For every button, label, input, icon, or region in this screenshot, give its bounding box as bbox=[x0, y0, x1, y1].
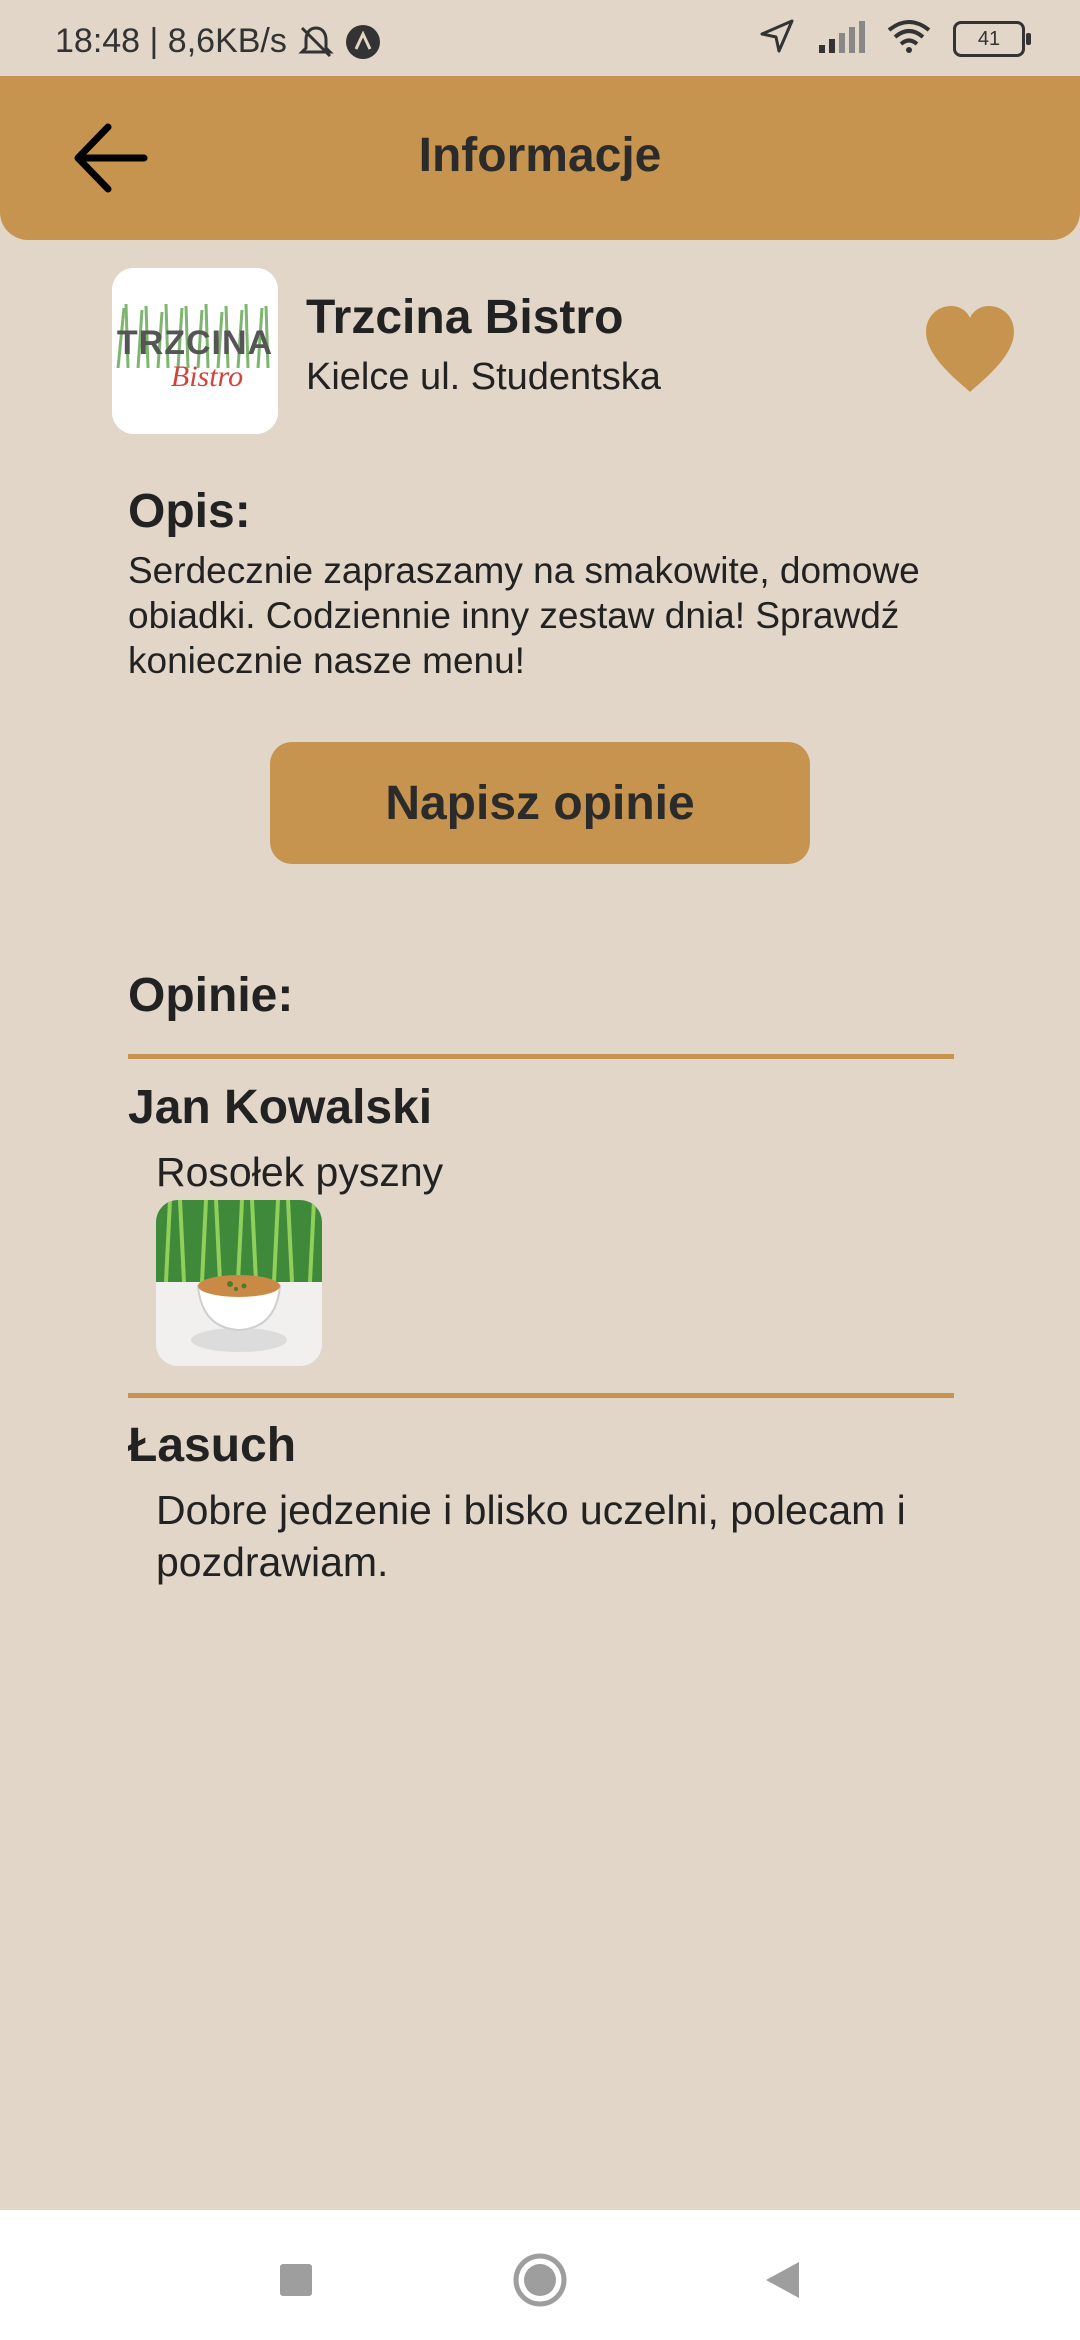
battery-indicator: 41 bbox=[953, 20, 1031, 57]
review-divider bbox=[128, 1393, 954, 1398]
restaurant-logo: TRZCINA Bistro bbox=[112, 268, 278, 434]
nav-back-button[interactable] bbox=[752, 2250, 812, 2310]
wifi-icon bbox=[887, 19, 931, 58]
favorite-button[interactable] bbox=[922, 304, 1018, 394]
status-time-speed: 18:48 | 8,6KB/s bbox=[55, 22, 287, 60]
restaurant-card: TRZCINA Bistro Trzcina Bistro Kielce ul.… bbox=[112, 268, 1032, 438]
home-button[interactable] bbox=[510, 2250, 570, 2310]
restaurant-address: Kielce ul. Studentska bbox=[306, 356, 661, 398]
page-title: Informacje bbox=[418, 129, 662, 182]
system-nav-bar bbox=[0, 2210, 1080, 2340]
mute-bell-icon bbox=[297, 24, 335, 60]
circle-icon bbox=[513, 2253, 567, 2307]
restaurant-name: Trzcina Bistro bbox=[306, 291, 624, 344]
review-text: Dobre jedzenie i blisko uczelni, polecam… bbox=[156, 1487, 906, 1585]
recents-button[interactable] bbox=[266, 2250, 326, 2310]
triangle-back-icon bbox=[766, 2262, 799, 2298]
reviews-heading: Opinie: bbox=[128, 969, 294, 1022]
app-notification-icon bbox=[345, 24, 381, 60]
logo-text-script: Bistro bbox=[171, 360, 243, 393]
description-text: Serdecznie zapraszamy na smakowite, domo… bbox=[128, 550, 920, 681]
review-author: Jan Kowalski bbox=[128, 1081, 433, 1134]
logo-text-main: TRZCINA bbox=[117, 324, 273, 362]
review-author: Łasuch bbox=[128, 1419, 297, 1472]
heart-icon bbox=[926, 306, 1014, 392]
signal-icon bbox=[817, 19, 865, 58]
review-divider bbox=[128, 1054, 954, 1059]
app-bar: Informacje bbox=[0, 76, 1080, 240]
status-bar: 18:48 | 8,6KB/s 41 bbox=[0, 0, 1080, 76]
status-left: 18:48 | 8,6KB/s bbox=[55, 22, 381, 61]
review-text: Rosołek pyszny bbox=[156, 1149, 444, 1195]
status-right: 41 bbox=[759, 18, 1031, 59]
square-icon bbox=[280, 2264, 312, 2296]
review-photo[interactable] bbox=[156, 1200, 322, 1366]
location-icon bbox=[759, 18, 795, 59]
description-heading: Opis: bbox=[128, 485, 251, 538]
write-review-button[interactable]: Napisz opinie bbox=[270, 742, 810, 864]
